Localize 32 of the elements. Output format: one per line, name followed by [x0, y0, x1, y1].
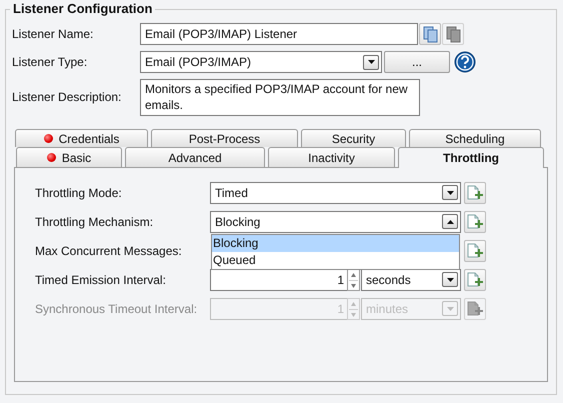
- dropdown-option[interactable]: Blocking: [212, 234, 459, 252]
- tab[interactable]: Credentials: [15, 129, 148, 147]
- dropdown-option[interactable]: Queued: [212, 252, 459, 268]
- tab[interactable]: Advanced: [125, 147, 265, 167]
- field-label: Listener Name:: [12, 27, 94, 41]
- dropdown[interactable]: Timed: [210, 182, 461, 204]
- dropdown-value: Blocking: [215, 214, 260, 228]
- setting-label: Synchronous Timeout Interval:: [35, 302, 198, 316]
- setting-label: Max Concurrent Messages:: [35, 244, 183, 258]
- number-field[interactable]: 1: [210, 268, 347, 290]
- tab[interactable]: Throttling: [398, 147, 544, 168]
- dropdown-value: minutes: [366, 302, 408, 316]
- tab[interactable]: Inactivity: [268, 147, 395, 167]
- dropdown-value: Timed: [215, 186, 248, 200]
- setting-label: Throttling Mode:: [35, 186, 123, 200]
- tab[interactable]: Scheduling: [409, 129, 541, 147]
- dropdown-value: Email (POP3/IMAP): [145, 55, 252, 69]
- field-label: Listener Description:: [12, 90, 122, 104]
- group-title: Listener Configuration: [10, 1, 156, 16]
- setting-label: Timed Emission Interval:: [35, 272, 167, 286]
- number-field: 1: [210, 298, 347, 320]
- browse-button[interactable]: ...: [384, 51, 450, 73]
- text-field[interactable]: Email (POP3/IMAP) Listener: [140, 23, 418, 45]
- setting-label: Throttling Mechanism:: [35, 214, 154, 228]
- field-label: Listener Type:: [12, 55, 88, 69]
- dropdown-value: seconds: [366, 272, 411, 286]
- tab[interactable]: Security: [301, 129, 406, 147]
- dropdown[interactable]: Email (POP3/IMAP): [140, 51, 382, 73]
- text-area[interactable]: Monitors a specified POP3/IMAP account for new emails.: [140, 79, 420, 116]
- tab[interactable]: Post-Process: [151, 129, 298, 147]
- dropdown[interactable]: seconds: [361, 268, 461, 290]
- tab[interactable]: Basic: [16, 147, 122, 167]
